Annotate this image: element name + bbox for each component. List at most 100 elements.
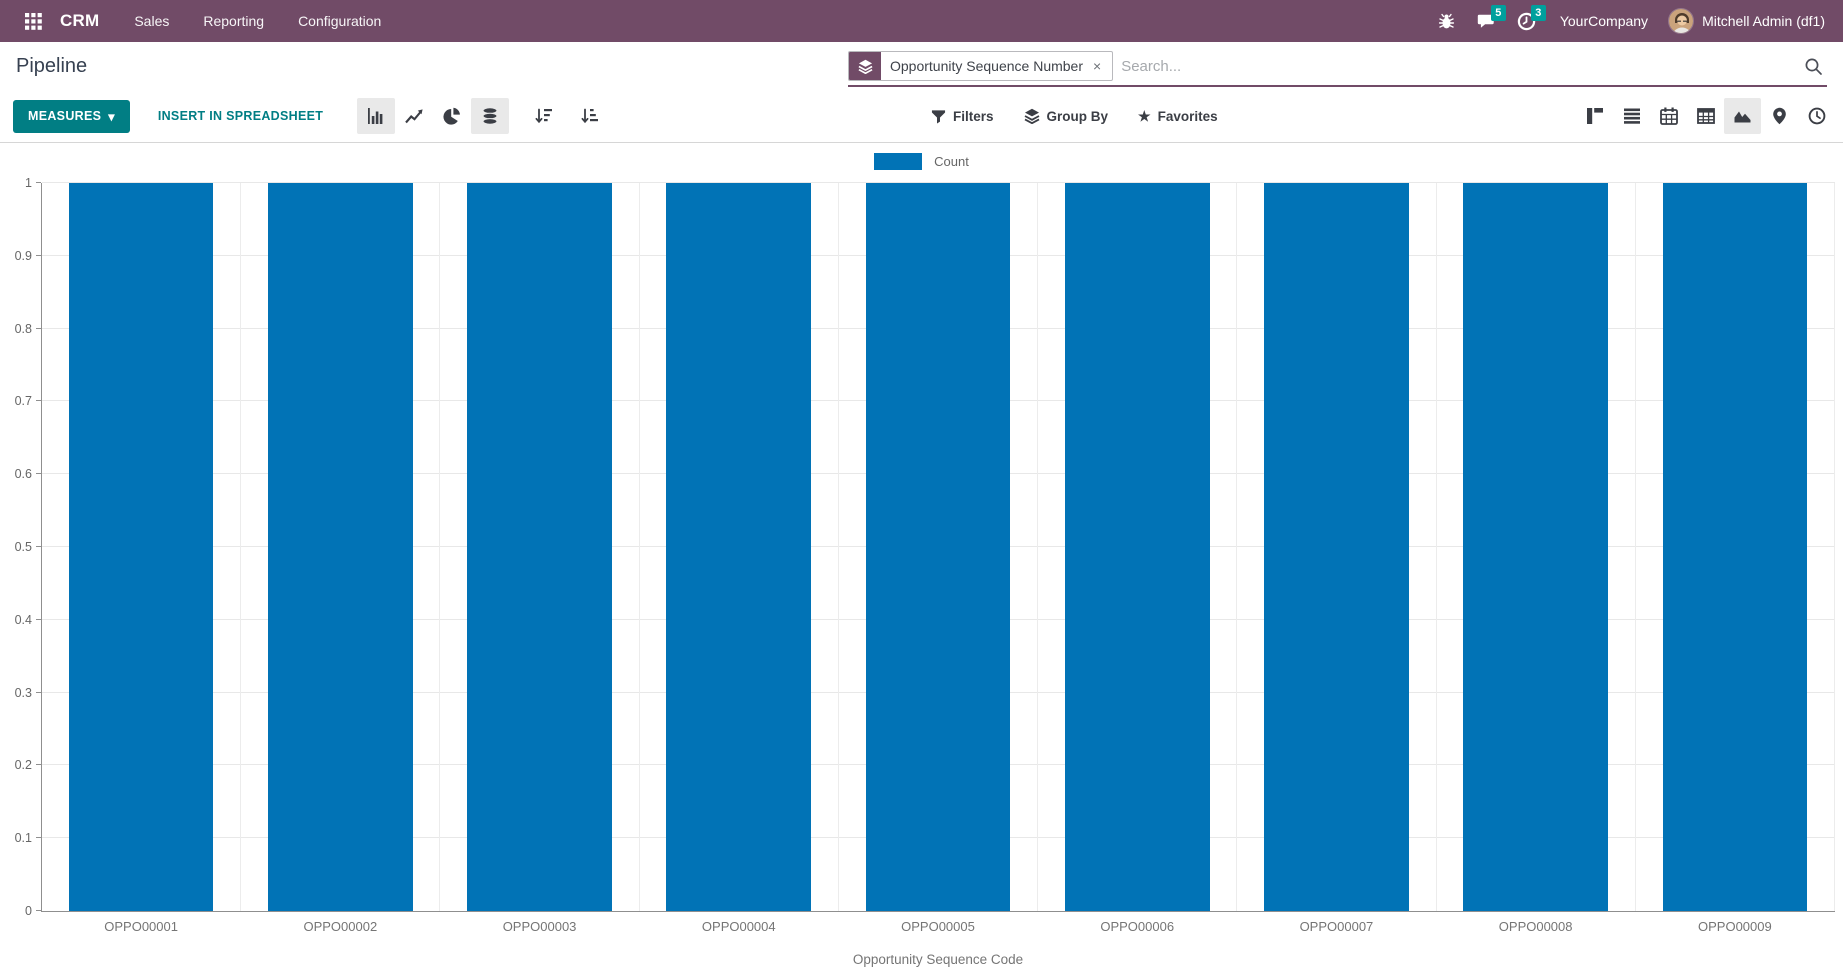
legend-label: Count [934,154,969,169]
bar-OPPO00001[interactable] [68,183,214,911]
y-tick-mark [36,473,41,475]
x-tick-label: OPPO00006 [1100,919,1175,934]
group-by-button[interactable]: Group By [1024,108,1109,124]
control-panel-toolbar: MEASURES ▾ INSERT IN SPREADSHEET Filters… [0,90,1843,143]
sort-desc-icon [535,108,553,124]
filter-icon [931,109,946,124]
x-tick-label: OPPO00005 [901,919,975,934]
crm-pipeline-page: CRM Sales Reporting Configuration 5 3 Yo… [0,0,1843,975]
bar-OPPO00003[interactable] [467,183,612,911]
line-chart-button[interactable] [395,98,433,134]
search-options: Filters Group By ★ Favorites [931,90,1218,142]
graph-view: Count 0 0.1 0.2 0.3 0.4 0.5 0.6 0.7 0.8 0.9 1 OPPO… [0,143,1843,975]
toolbar-left: MEASURES ▾ INSERT IN SPREADSHEET [13,90,609,142]
y-tick-mark [36,327,41,329]
legend-item-count[interactable]: Count [0,153,1843,170]
menu-sales[interactable]: Sales [117,0,186,42]
filters-label: Filters [953,108,994,124]
messages-button[interactable]: 5 [1470,4,1506,38]
category-column: OPPO00003 [440,183,640,934]
navbar-right: 5 3 YourCompany Mitchell Admin (df1) [1430,4,1827,38]
page-title: Pipeline [16,54,88,77]
y-axis-labels: 0 0.1 0.2 0.3 0.4 0.5 0.6 0.7 0.8 0.9 1 [1,177,41,917]
bar-OPPO00005[interactable] [865,183,1011,911]
search-input[interactable] [1121,57,1790,75]
category-column: OPPO00002 [241,183,441,934]
calendar-view-button[interactable] [1650,98,1687,134]
navbar-menu: Sales Reporting Configuration [117,0,398,42]
sort-descending-button[interactable] [525,98,563,134]
y-tick-label: 0.2 [14,758,32,773]
apps-menu-icon[interactable] [16,4,50,38]
x-tick-label: OPPO00007 [1299,919,1374,934]
bar-OPPO00009[interactable] [1662,183,1808,911]
activity-view-button[interactable] [1798,98,1835,134]
map-view-button[interactable] [1761,98,1798,134]
list-view-button[interactable] [1613,98,1650,134]
bar-OPPO00006[interactable] [1064,183,1210,911]
y-tick-label: 0.3 [14,685,32,700]
y-tick-label: 0.4 [14,612,32,627]
x-tick-label: OPPO00009 [1698,919,1772,934]
favorites-button[interactable]: ★ Favorites [1138,109,1218,124]
category-column: OPPO00005 [839,183,1039,934]
avatar [1668,8,1695,34]
category-column: OPPO00004 [640,183,839,934]
search-submit[interactable] [1798,57,1827,76]
kanban-view-button[interactable] [1576,98,1613,134]
measures-button[interactable]: MEASURES ▾ [13,99,130,133]
messages-count-badge: 5 [1490,5,1506,21]
category-column: OPPO00008 [1437,183,1636,934]
app-name[interactable]: CRM [58,11,109,31]
stacked-toggle-button[interactable] [471,98,510,134]
debug-menu-button[interactable] [1430,4,1464,38]
y-tick-mark [36,400,41,402]
search-bar: Opportunity Sequence Number × [848,47,1827,87]
menu-configuration[interactable]: Configuration [281,0,398,42]
category-column: OPPO00006 [1038,183,1238,934]
navbar-left: CRM Sales Reporting Configuration [16,0,398,42]
facet-label: Opportunity Sequence Number [890,58,1083,74]
bar-OPPO00002[interactable] [267,183,413,911]
search-facet-groupby[interactable]: Opportunity Sequence Number × [848,51,1114,81]
company-switcher[interactable]: YourCompany [1550,13,1662,29]
y-tick-label: 0.5 [14,540,32,554]
caret-down-icon: ▾ [108,109,115,124]
activities-button[interactable]: 3 [1510,4,1546,38]
filters-button[interactable]: Filters [931,109,994,124]
group-by-label: Group By [1046,108,1109,124]
chart-type-switcher [357,98,510,134]
menu-reporting[interactable]: Reporting [186,0,281,42]
user-menu[interactable]: Mitchell Admin (df1) [1668,8,1827,34]
x-tick-label: OPPO00001 [104,919,178,934]
pie-chart-button[interactable] [433,98,471,134]
sort-ascending-button[interactable] [571,98,609,134]
calendar-icon [1659,107,1678,125]
grid-icon [24,12,42,30]
y-tick-label: 1 [25,176,32,190]
graph-view-button[interactable] [1724,98,1761,134]
list-icon [1623,108,1640,124]
x-tick-label: OPPO00003 [502,919,577,934]
top-navbar: CRM Sales Reporting Configuration 5 3 Yo… [0,0,1843,42]
bug-icon [1439,13,1455,29]
facet-remove-icon[interactable]: × [1091,57,1103,75]
bar-chart-icon [368,108,383,124]
line-chart-icon [404,109,423,124]
control-panel-top: Pipeline Opportunity Sequence Number × [0,42,1843,90]
bar-OPPO00008[interactable] [1463,183,1608,911]
legend-swatch [874,153,923,170]
pie-chart-icon [443,107,461,125]
pivot-view-button[interactable] [1687,98,1724,134]
x-tick-label: OPPO00004 [701,919,776,934]
favorites-label: Favorites [1157,108,1218,124]
y-tick-mark [36,254,41,256]
plot-area: 0 0.1 0.2 0.3 0.4 0.5 0.6 0.7 0.8 0.9 1 OPPO00001 O… [15,177,1835,934]
insert-in-spreadsheet-button[interactable]: INSERT IN SPREADSHEET [152,100,329,132]
category-column: OPPO00009 [1636,183,1835,934]
y-tick-mark [36,618,41,620]
measures-label: MEASURES [28,109,102,123]
bar-OPPO00004[interactable] [666,183,812,911]
bar-OPPO00007[interactable] [1264,183,1409,911]
bar-chart-button[interactable] [357,98,396,134]
